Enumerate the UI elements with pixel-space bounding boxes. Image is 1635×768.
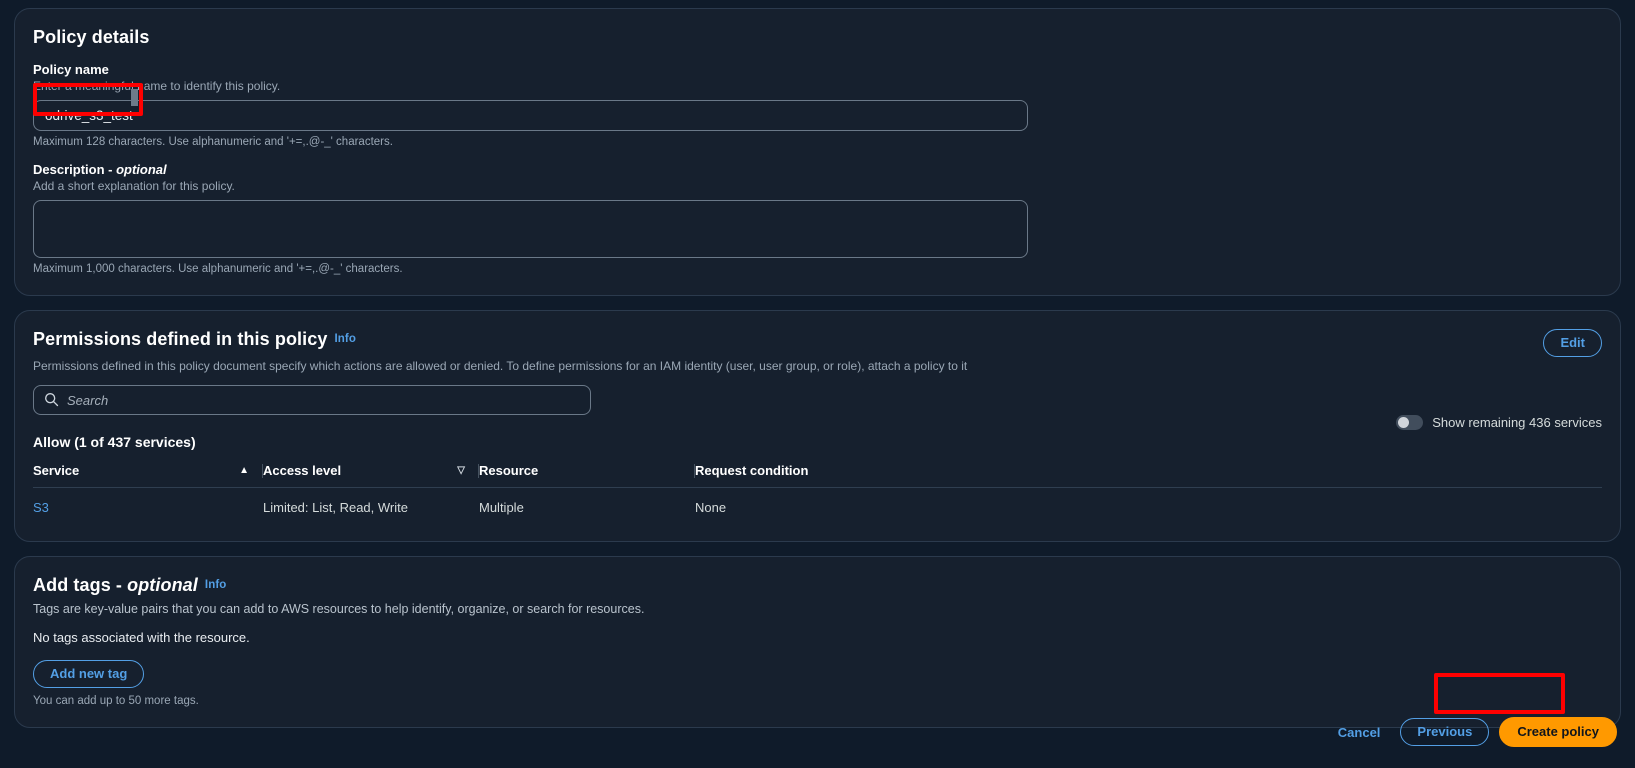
column-header-resource[interactable]: Resource	[478, 463, 695, 488]
add-tags-card: Add tags - optional Info Tags are key-val…	[14, 556, 1621, 728]
create-policy-button[interactable]: Create policy	[1499, 717, 1617, 747]
toggle-switch[interactable]	[1396, 415, 1424, 430]
sort-ascending-icon: ▲	[239, 465, 249, 476]
cell-resource: Multiple	[479, 500, 524, 515]
permissions-title: Permissions defined in this policy Info	[33, 329, 356, 349]
table-header-row: Service ▲ Access level ▽ Resource Request …	[33, 463, 1602, 488]
show-remaining-services-toggle[interactable]: Show remaining 436 services	[1396, 415, 1602, 430]
add-new-tag-button[interactable]: Add new tag	[33, 660, 145, 688]
add-tags-info-link[interactable]: Info	[205, 579, 226, 591]
cell-request-condition: None	[695, 500, 727, 515]
search-icon	[45, 393, 59, 407]
table-row: S3 Limited: List, Read, Write Multiple N…	[33, 488, 1602, 522]
policy-name-input[interactable]	[33, 100, 1028, 131]
edit-permissions-button[interactable]: Edit	[1543, 329, 1602, 357]
policy-name-hint: Enter a meaningful name to identify this…	[33, 79, 281, 93]
column-header-request-condition[interactable]: Request condition	[694, 463, 1602, 488]
cell-access-level: Limited: List, Read, Write	[263, 500, 408, 515]
permissions-description: Permissions defined in this policy docum…	[33, 359, 968, 373]
add-tags-optional-text: optional	[127, 575, 198, 595]
add-tags-description: Tags are key-value pairs that you can ad…	[33, 602, 645, 616]
allow-services-heading: Allow (1 of 437 services)	[33, 434, 196, 450]
permissions-search-input[interactable]	[33, 385, 591, 415]
description-textarea[interactable]	[33, 200, 1028, 258]
service-link-s3[interactable]: S3	[33, 500, 49, 515]
cell-service: S3	[33, 488, 263, 522]
no-tags-message: No tags associated with the resource.	[33, 630, 250, 645]
policy-details-title: Policy details	[33, 27, 150, 47]
policy-details-card: Policy details Policy name Enter a meani…	[14, 8, 1621, 296]
previous-button[interactable]: Previous	[1400, 718, 1490, 746]
toggle-label: Show remaining 436 services	[1432, 415, 1602, 430]
sort-descending-icon: ▽	[457, 465, 465, 476]
description-constraint: Maximum 1,000 characters. Use alphanumer…	[33, 263, 403, 275]
permissions-search-wrap	[33, 385, 591, 415]
policy-name-label: Policy name	[33, 62, 109, 77]
cancel-button[interactable]: Cancel	[1328, 719, 1391, 746]
description-optional-text: optional	[116, 162, 167, 177]
description-label: Description - optional	[33, 162, 167, 177]
permissions-card: Permissions defined in this policy Info E…	[14, 310, 1621, 542]
policy-name-constraint: Maximum 128 characters. Use alphanumeric…	[33, 136, 393, 148]
column-header-service[interactable]: Service ▲	[33, 463, 263, 488]
permissions-table: Service ▲ Access level ▽ Resource Request …	[33, 463, 1602, 521]
add-tags-title: Add tags - optional Info	[33, 575, 227, 595]
permissions-info-link[interactable]: Info	[334, 333, 355, 345]
page-footer: Cancel Previous Create policy	[0, 706, 1635, 768]
toggle-knob	[1398, 417, 1410, 428]
add-tag-wrap: Add new tag	[33, 660, 1602, 688]
description-hint: Add a short explanation for this policy.	[33, 179, 235, 193]
create-policy-page: Policy details Policy name Enter a meani…	[0, 0, 1635, 768]
column-header-access-level[interactable]: Access level ▽	[262, 463, 479, 488]
